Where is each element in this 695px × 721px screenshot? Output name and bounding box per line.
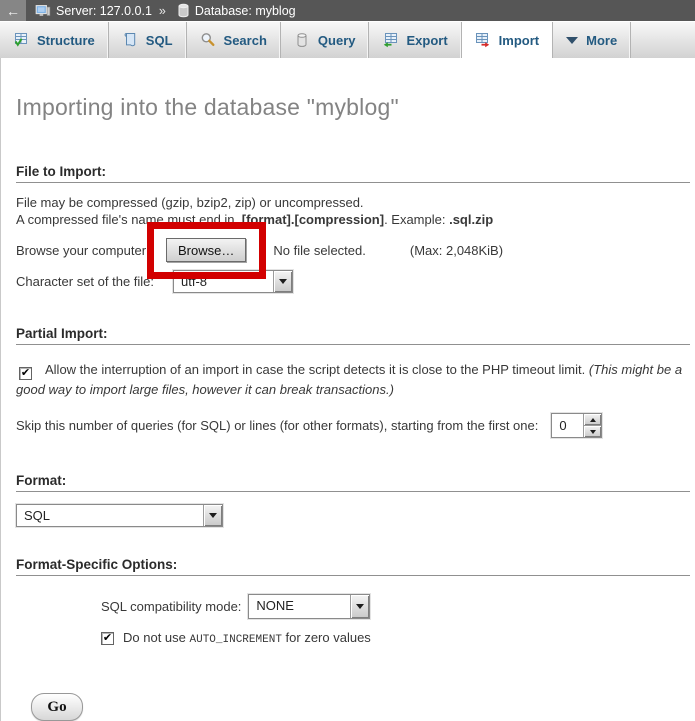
tab-import[interactable]: Import: [462, 22, 553, 58]
format-select[interactable]: SQL: [16, 504, 223, 527]
skip-queries-value: 0: [552, 414, 583, 437]
file-upload-row: Browse your computer: Browse… No file se…: [16, 237, 690, 263]
max-upload-size: (Max: 2,048KiB): [410, 243, 503, 258]
tab-label: Export: [406, 33, 447, 48]
sql-compat-label: SQL compatibility mode:: [101, 599, 241, 614]
charset-label: Character set of the file:: [16, 274, 173, 289]
dropdown-arrow-icon[interactable]: [273, 271, 292, 292]
breadcrumb-server[interactable]: Server: 127.0.0.1: [56, 4, 152, 18]
allow-interruption-label: Allow the interruption of an import in c…: [45, 362, 585, 377]
breadcrumb-separator: »: [159, 4, 166, 18]
import-icon: [475, 32, 491, 48]
server-icon: [35, 3, 51, 19]
section-heading-format-options: Format-Specific Options:: [16, 557, 690, 576]
auto-increment-checkbox[interactable]: ✔: [101, 632, 114, 645]
breadcrumb-database[interactable]: Database: myblog: [195, 4, 296, 18]
no-file-selected-text: No file selected.: [273, 243, 366, 258]
spinner-up-button[interactable]: [584, 414, 601, 425]
breadcrumb-bar: ← Server: 127.0.0.1 » Database: myblog: [0, 0, 695, 21]
file-import-help-text: File may be compressed (gzip, bzip2, zip…: [16, 194, 690, 228]
database-icon: [177, 3, 190, 18]
spinner-buttons: [583, 414, 601, 437]
import-page: Importing into the database "myblog" Fil…: [0, 58, 695, 721]
tab-query[interactable]: Query: [281, 22, 370, 58]
sql-compat-select[interactable]: NONE: [248, 594, 370, 619]
allow-interruption-row: ✔ Allow the interruption of an import in …: [16, 360, 690, 399]
tab-label: Structure: [37, 33, 95, 48]
charset-select[interactable]: utf-8: [173, 270, 293, 293]
allow-interruption-checkbox[interactable]: ✔: [19, 367, 32, 380]
tab-search[interactable]: Search: [187, 22, 281, 58]
back-button[interactable]: ←: [0, 0, 26, 21]
sql-icon: [122, 32, 138, 48]
skip-queries-spinner[interactable]: 0: [551, 413, 602, 438]
charset-row: Character set of the file: utf-8: [16, 270, 690, 293]
page-title: Importing into the database "myblog": [16, 58, 690, 121]
format-row: SQL: [16, 504, 690, 527]
go-button[interactable]: Go: [31, 693, 83, 721]
tab-structure[interactable]: Structure: [0, 22, 109, 58]
auto-increment-label: Do not use AUTO_INCREMENT for zero value…: [123, 630, 371, 646]
tab-label: More: [586, 33, 617, 48]
skip-queries-label: Skip this number of queries (for SQL) or…: [16, 418, 538, 433]
section-heading-partial-import: Partial Import:: [16, 326, 690, 345]
tab-bar: Structure SQL Search Query: [0, 21, 695, 58]
back-arrow-icon: ←: [6, 3, 20, 19]
query-icon: [294, 32, 310, 48]
auto-increment-code: AUTO_INCREMENT: [190, 634, 282, 646]
tab-sql[interactable]: SQL: [109, 22, 187, 58]
sql-compat-selected-value: NONE: [249, 595, 350, 618]
chevron-down-icon: [566, 37, 578, 44]
structure-icon: [13, 32, 29, 48]
export-icon: [382, 32, 398, 48]
tab-label: SQL: [146, 33, 173, 48]
section-heading-file-to-import: File to Import:: [16, 164, 690, 183]
browse-button[interactable]: Browse…: [166, 238, 246, 262]
tab-export[interactable]: Export: [369, 22, 461, 58]
section-heading-format: Format:: [16, 473, 690, 492]
tab-label: Search: [224, 33, 267, 48]
sql-compat-row: SQL compatibility mode: NONE: [101, 594, 690, 619]
tab-label: Query: [318, 33, 356, 48]
browse-computer-label: Browse your computer:: [16, 243, 166, 258]
skip-queries-row: Skip this number of queries (for SQL) or…: [16, 413, 690, 438]
tab-more[interactable]: More: [553, 22, 631, 58]
compression-note: File may be compressed (gzip, bzip2, zip…: [16, 194, 690, 211]
search-icon: [200, 32, 216, 48]
filename-note: A compressed file's name must end in .[f…: [16, 211, 690, 228]
dropdown-arrow-icon[interactable]: [203, 505, 222, 526]
auto-increment-row: ✔ Do not use AUTO_INCREMENT for zero val…: [101, 630, 690, 646]
tab-label: Import: [499, 33, 539, 48]
dropdown-arrow-icon[interactable]: [350, 595, 369, 618]
charset-selected-value: utf-8: [174, 271, 273, 292]
spinner-down-button[interactable]: [584, 425, 601, 437]
format-selected-value: SQL: [17, 505, 203, 526]
